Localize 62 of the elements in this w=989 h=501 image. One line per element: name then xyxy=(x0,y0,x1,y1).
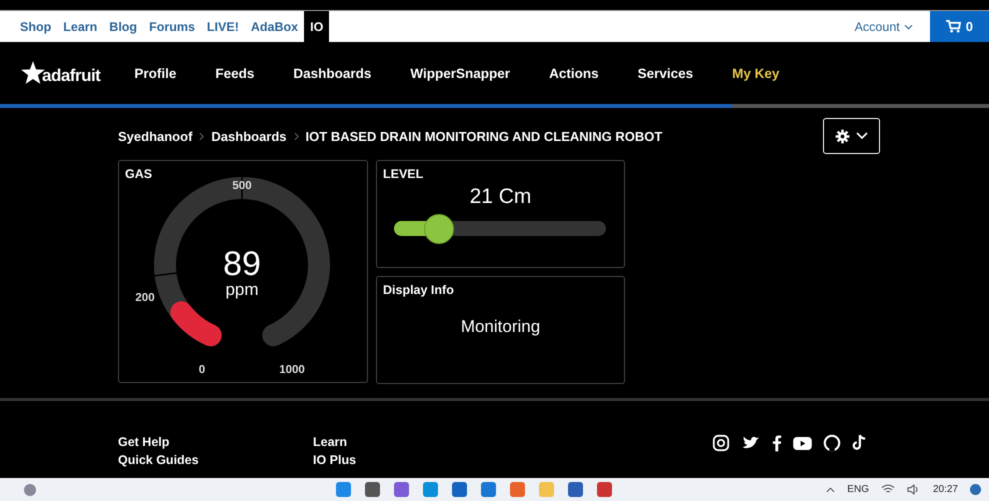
app-icon[interactable] xyxy=(394,482,409,497)
notification-badge[interactable] xyxy=(970,484,981,495)
breadcrumb-link[interactable]: Dashboards xyxy=(211,128,287,144)
site-link[interactable]: Forums xyxy=(143,11,201,42)
gauge-label: 1000 xyxy=(279,364,305,376)
language-indicator[interactable]: ENG xyxy=(847,484,869,495)
chevron-down-icon xyxy=(856,132,868,140)
cart-icon xyxy=(946,20,961,33)
card-title: GAS xyxy=(124,166,152,181)
site-link[interactable]: Shop xyxy=(14,11,58,42)
site-link[interactable]: IO xyxy=(304,11,330,42)
site-link[interactable]: Blog xyxy=(103,11,144,42)
gauge-label: 500 xyxy=(232,180,252,192)
card-title: LEVEL xyxy=(382,166,424,181)
app-icon[interactable] xyxy=(452,482,467,497)
app-icon[interactable] xyxy=(568,482,583,497)
facebook-icon[interactable] xyxy=(772,434,782,452)
account-menu[interactable]: Account xyxy=(854,11,930,42)
app-icon[interactable] xyxy=(510,482,525,497)
nav-link[interactable]: My Key xyxy=(712,66,796,80)
gauge-label: 0 xyxy=(198,364,206,376)
app-icon[interactable] xyxy=(481,482,496,497)
gauge-unit: ppm xyxy=(225,280,259,299)
gauge-fill xyxy=(170,301,222,346)
play-button-icon[interactable] xyxy=(793,436,812,450)
site-link[interactable]: AdaBox xyxy=(244,11,304,42)
nav-link[interactable]: WipperSnapper xyxy=(390,66,526,80)
footer-link[interactable]: Learn xyxy=(313,435,508,449)
wifi-icon[interactable] xyxy=(880,484,895,495)
slider-thumb[interactable] xyxy=(424,214,454,244)
gauge-label: 200 xyxy=(135,292,155,304)
nav-link[interactable]: Feeds xyxy=(195,66,270,80)
nav-link[interactable]: Dashboards xyxy=(273,66,388,80)
app-icon[interactable] xyxy=(423,482,438,497)
site-link[interactable]: LIVE! xyxy=(200,11,245,42)
app-icon[interactable] xyxy=(365,482,380,497)
chevron-icon xyxy=(199,132,204,140)
footer-link[interactable]: Get Help xyxy=(118,435,313,449)
chevron-down-icon[interactable] xyxy=(904,24,913,30)
footer-link[interactable]: Quick Guides xyxy=(118,453,313,467)
instagram-icon[interactable] xyxy=(712,434,730,452)
footer-link[interactable]: IO Plus xyxy=(313,453,508,467)
app-icon[interactable] xyxy=(336,482,351,497)
chevron-icon xyxy=(294,132,299,140)
nav-link[interactable]: Services xyxy=(618,66,710,80)
clock-time[interactable]: 20:27 xyxy=(932,484,958,495)
note-icon[interactable] xyxy=(852,434,866,452)
site-link[interactable]: Learn xyxy=(57,11,104,42)
nav-link[interactable]: Profile xyxy=(114,66,192,80)
breadcrumb-link[interactable]: Syedhanoof xyxy=(118,128,192,144)
slider-reading: 21 Cm xyxy=(470,185,532,209)
gear-icon xyxy=(835,128,850,144)
card-title: Display Info xyxy=(382,282,454,297)
cart-button[interactable]: 0 xyxy=(930,11,989,42)
breadcrumb-link[interactable]: IOT BASED DRAIN MONITORING AND CLEANING ROBOT xyxy=(306,128,662,144)
info-text: Monitoring xyxy=(460,317,540,337)
settings-button[interactable] xyxy=(823,118,880,154)
logo-text[interactable]: adafruit xyxy=(42,66,100,86)
gauge-value: 89 xyxy=(223,245,261,283)
caret-icon[interactable] xyxy=(826,486,836,492)
app-icon[interactable] xyxy=(597,482,612,497)
nav-link[interactable]: Actions xyxy=(529,66,615,80)
